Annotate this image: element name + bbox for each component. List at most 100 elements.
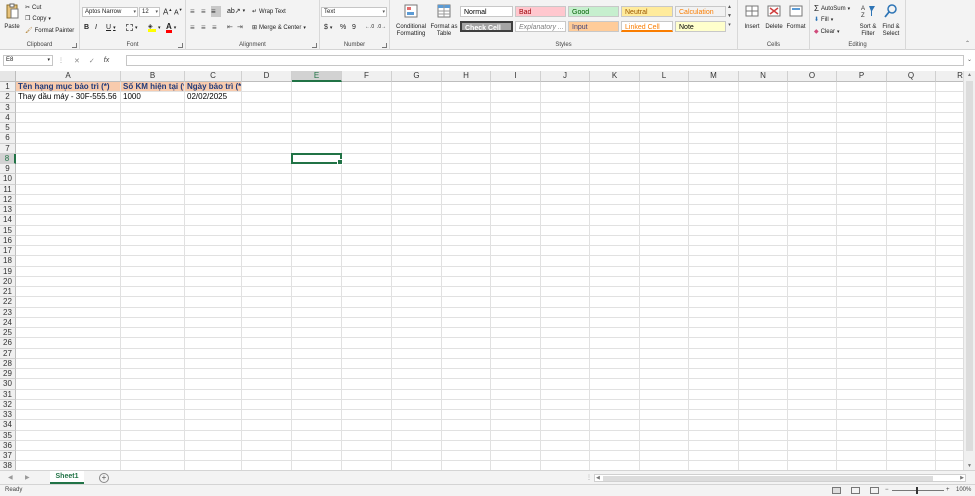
cell-k18[interactable] bbox=[590, 256, 640, 267]
cell-k16[interactable] bbox=[590, 235, 640, 246]
increase-indent-button[interactable]: ⇥ bbox=[237, 23, 243, 31]
worksheet-grid[interactable]: A B C D E F G H I J K L M N O P Q R 1 Tên hạng mục bảo trì … bbox=[0, 71, 963, 470]
cell-g19[interactable] bbox=[392, 266, 442, 277]
row-header-21[interactable]: 21 bbox=[0, 287, 16, 298]
cell-l38[interactable] bbox=[640, 461, 689, 470]
cell-q9[interactable] bbox=[887, 164, 936, 175]
cell-m17[interactable] bbox=[689, 246, 739, 257]
cell-g8[interactable] bbox=[392, 153, 442, 164]
cell-c13[interactable] bbox=[185, 205, 242, 216]
cell-p1[interactable] bbox=[837, 82, 887, 93]
cell-a19[interactable] bbox=[16, 266, 121, 277]
cell-p3[interactable] bbox=[837, 102, 887, 113]
increase-font-button[interactable]: A▲ bbox=[163, 7, 172, 17]
cell-n37[interactable] bbox=[739, 451, 788, 462]
cell-j20[interactable] bbox=[541, 276, 590, 287]
cell-f11[interactable] bbox=[342, 184, 392, 195]
cell-l8[interactable] bbox=[640, 153, 689, 164]
cell-p32[interactable] bbox=[837, 399, 887, 410]
cell-r15[interactable] bbox=[936, 226, 963, 236]
cell-b11[interactable] bbox=[121, 184, 185, 195]
cell-q12[interactable] bbox=[887, 194, 936, 205]
cell-c32[interactable] bbox=[185, 399, 242, 410]
cell-r14[interactable] bbox=[936, 215, 963, 226]
cell-e28[interactable] bbox=[292, 358, 342, 369]
sort-filter-button[interactable]: AZ Sort & Filter bbox=[857, 3, 879, 38]
cell-r29[interactable] bbox=[936, 369, 963, 380]
cell-e21[interactable] bbox=[292, 287, 342, 298]
cell-h19[interactable] bbox=[442, 266, 491, 277]
cell-g28[interactable] bbox=[392, 358, 442, 369]
italic-button[interactable]: I bbox=[95, 24, 97, 31]
cell-d9[interactable] bbox=[242, 164, 292, 175]
cell-m25[interactable] bbox=[689, 328, 739, 339]
cell-p5[interactable] bbox=[837, 123, 887, 134]
cell-j23[interactable] bbox=[541, 307, 590, 318]
row-header-8[interactable]: 8 bbox=[0, 153, 16, 164]
cell-m14[interactable] bbox=[689, 215, 739, 226]
cell-m32[interactable] bbox=[689, 399, 739, 410]
cell-p2[interactable] bbox=[837, 92, 887, 103]
cell-g35[interactable] bbox=[392, 430, 442, 441]
row-header-28[interactable]: 28 bbox=[0, 358, 16, 369]
cell-b3[interactable] bbox=[121, 102, 185, 113]
cell-b30[interactable] bbox=[121, 379, 185, 390]
cell-h8[interactable] bbox=[442, 153, 491, 164]
cell-a25[interactable] bbox=[16, 328, 121, 339]
cell-c29[interactable] bbox=[185, 369, 242, 380]
cell-i5[interactable] bbox=[491, 123, 541, 134]
cell-n10[interactable] bbox=[739, 174, 788, 185]
cell-c12[interactable] bbox=[185, 194, 242, 205]
cell-f4[interactable] bbox=[342, 112, 392, 123]
cell-e32[interactable] bbox=[292, 399, 342, 410]
cell-d6[interactable] bbox=[242, 133, 292, 144]
cell-a15[interactable] bbox=[16, 225, 121, 236]
cell-style-7[interactable]: Explanatory ... bbox=[515, 21, 566, 32]
cell-i16[interactable] bbox=[491, 235, 541, 246]
cell-a17[interactable] bbox=[16, 246, 121, 257]
cell-k6[interactable] bbox=[590, 133, 640, 144]
cell-g12[interactable] bbox=[392, 194, 442, 205]
cell-m23[interactable] bbox=[689, 307, 739, 318]
cell-n6[interactable] bbox=[739, 133, 788, 144]
cell-h21[interactable] bbox=[442, 287, 491, 298]
cell-p21[interactable] bbox=[837, 287, 887, 298]
cell-g26[interactable] bbox=[392, 338, 442, 349]
cell-h10[interactable] bbox=[442, 174, 491, 185]
cell-j15[interactable] bbox=[541, 225, 590, 236]
cell-i38[interactable] bbox=[491, 461, 541, 470]
row-header-38[interactable]: 38 bbox=[0, 461, 16, 470]
cell-m9[interactable] bbox=[689, 164, 739, 175]
cell-e11[interactable] bbox=[292, 184, 342, 195]
cell-h14[interactable] bbox=[442, 215, 491, 226]
cell-r31[interactable] bbox=[936, 390, 963, 400]
cell-f33[interactable] bbox=[342, 410, 392, 421]
cell-q3[interactable] bbox=[887, 102, 936, 113]
cell-c1[interactable]: Ngày bảo trì (*) bbox=[185, 82, 242, 93]
cell-p35[interactable] bbox=[837, 430, 887, 441]
cell-o13[interactable] bbox=[788, 205, 837, 216]
cell-p12[interactable] bbox=[837, 194, 887, 205]
dialog-launcher-icon[interactable] bbox=[72, 43, 77, 48]
row-header-10[interactable]: 10 bbox=[0, 174, 16, 185]
cell-j38[interactable] bbox=[541, 461, 590, 470]
cell-p19[interactable] bbox=[837, 266, 887, 277]
cell-h22[interactable] bbox=[442, 297, 491, 308]
bold-button[interactable]: B bbox=[84, 24, 89, 31]
cell-b23[interactable] bbox=[121, 307, 185, 318]
cell-d25[interactable] bbox=[242, 328, 292, 339]
cell-a10[interactable] bbox=[16, 174, 121, 185]
cell-j30[interactable] bbox=[541, 379, 590, 390]
cell-e1[interactable] bbox=[292, 82, 342, 93]
cell-l36[interactable] bbox=[640, 440, 689, 451]
cell-j27[interactable] bbox=[541, 348, 590, 359]
scroll-thumb[interactable] bbox=[603, 476, 933, 481]
cell-l20[interactable] bbox=[640, 276, 689, 287]
cell-g30[interactable] bbox=[392, 379, 442, 390]
cell-q6[interactable] bbox=[887, 133, 936, 144]
cell-k27[interactable] bbox=[590, 348, 640, 359]
bottom-align-button[interactable]: ≡ bbox=[211, 6, 221, 17]
cell-o17[interactable] bbox=[788, 246, 837, 257]
cell-m5[interactable] bbox=[689, 123, 739, 134]
cell-i34[interactable] bbox=[491, 420, 541, 431]
